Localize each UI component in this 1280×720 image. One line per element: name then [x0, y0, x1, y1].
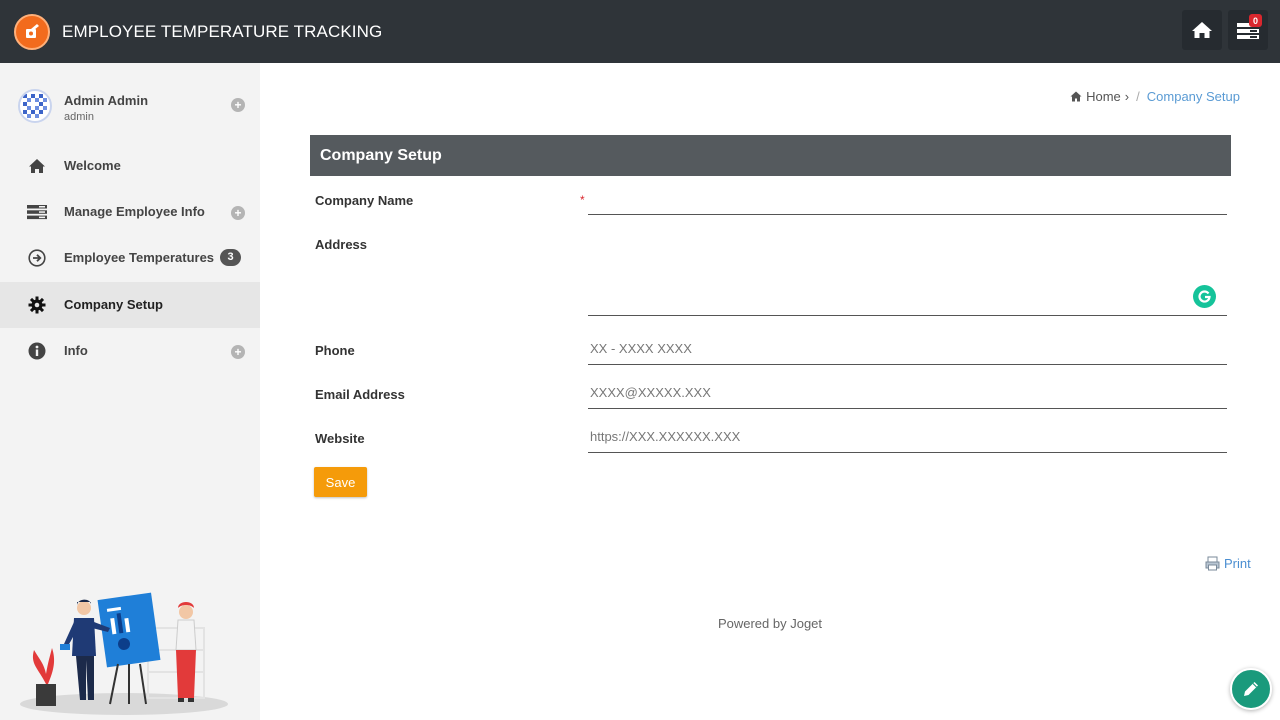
print-label: Print: [1224, 556, 1251, 571]
form-title: Company Setup: [310, 135, 1231, 176]
email-label: Email Address: [315, 387, 405, 402]
info-icon: [27, 342, 47, 360]
expand-submenu-icon[interactable]: +: [231, 345, 245, 359]
app-title: EMPLOYEE TEMPERATURE TRACKING: [62, 21, 383, 41]
sidebar-item-welcome[interactable]: Welcome: [0, 143, 260, 189]
breadcrumb: Home › / Company Setup: [1070, 89, 1240, 104]
edit-button[interactable]: [1230, 668, 1272, 710]
chevron-right-icon: ›: [1124, 89, 1130, 104]
sidebar-item-label: Manage Employee Info: [64, 204, 205, 219]
footer: Powered by Joget: [717, 616, 823, 631]
company-name-input[interactable]: [588, 190, 1227, 215]
presentation-illustration: [18, 588, 230, 720]
user-name: Admin Admin: [64, 93, 149, 108]
arrow-circle-icon: [27, 249, 47, 267]
breadcrumb-current[interactable]: Company Setup: [1147, 89, 1240, 104]
home-icon: [27, 157, 47, 175]
home-icon: [1192, 22, 1212, 38]
user-role: admin: [64, 111, 94, 123]
email-input[interactable]: XXXX@XXXXX.XXX: [588, 379, 1227, 409]
sidebar-item-manage-employee-info[interactable]: Manage Employee Info +: [0, 189, 260, 235]
sidebar-item-label: Welcome: [64, 158, 121, 173]
sidebar-item-label: Info: [64, 343, 88, 358]
breadcrumb-separator: /: [1136, 89, 1140, 104]
expand-submenu-icon[interactable]: +: [231, 206, 245, 220]
top-actions: 0: [1182, 10, 1268, 50]
gear-icon: [27, 296, 47, 314]
company-name-label: Company Name: [315, 193, 414, 208]
top-bar: EMPLOYEE TEMPERATURE TRACKING 0: [0, 0, 1280, 63]
logo-icon: [26, 23, 39, 38]
pencil-icon: [1244, 682, 1258, 696]
count-badge: 3: [220, 249, 241, 266]
sidebar-item-label: Company Setup: [64, 297, 163, 312]
notifications-button[interactable]: 0: [1228, 10, 1268, 50]
printer-icon: [1205, 556, 1220, 571]
phone-input[interactable]: XX - XXXX XXXX: [588, 335, 1227, 365]
sidebar-item-company-setup[interactable]: Company Setup: [0, 282, 260, 328]
sidebar: Admin Admin admin + Welcome Manage Emplo…: [0, 63, 260, 720]
address-textarea[interactable]: [588, 234, 1227, 316]
home-icon: [1070, 91, 1082, 102]
avatar: [18, 89, 52, 123]
save-button[interactable]: Save: [314, 467, 367, 497]
required-marker: *: [580, 193, 585, 207]
home-button[interactable]: [1182, 10, 1222, 50]
notification-badge: 0: [1249, 14, 1262, 27]
website-input[interactable]: https://XXX.XXXXXX.XXX: [588, 423, 1227, 453]
app-logo[interactable]: [14, 13, 50, 50]
sidebar-item-employee-temperatures[interactable]: Employee Temperatures 3: [0, 235, 260, 281]
user-profile[interactable]: Admin Admin admin +: [0, 85, 260, 129]
print-link[interactable]: Print: [1205, 556, 1251, 571]
address-label: Address: [315, 237, 368, 252]
expand-profile-icon[interactable]: +: [231, 98, 245, 112]
sidebar-item-label: Employee Temperatures: [64, 250, 215, 265]
website-label: Website: [315, 431, 365, 446]
grammarly-icon[interactable]: [1193, 285, 1216, 308]
presentation-illustration-icon: [20, 592, 228, 715]
sidebar-item-info[interactable]: Info +: [0, 328, 260, 374]
list-icon: [27, 203, 47, 221]
breadcrumb-home-link[interactable]: Home: [1086, 89, 1121, 104]
avatar-pattern-icon: [23, 94, 47, 118]
phone-label: Phone: [315, 343, 355, 358]
